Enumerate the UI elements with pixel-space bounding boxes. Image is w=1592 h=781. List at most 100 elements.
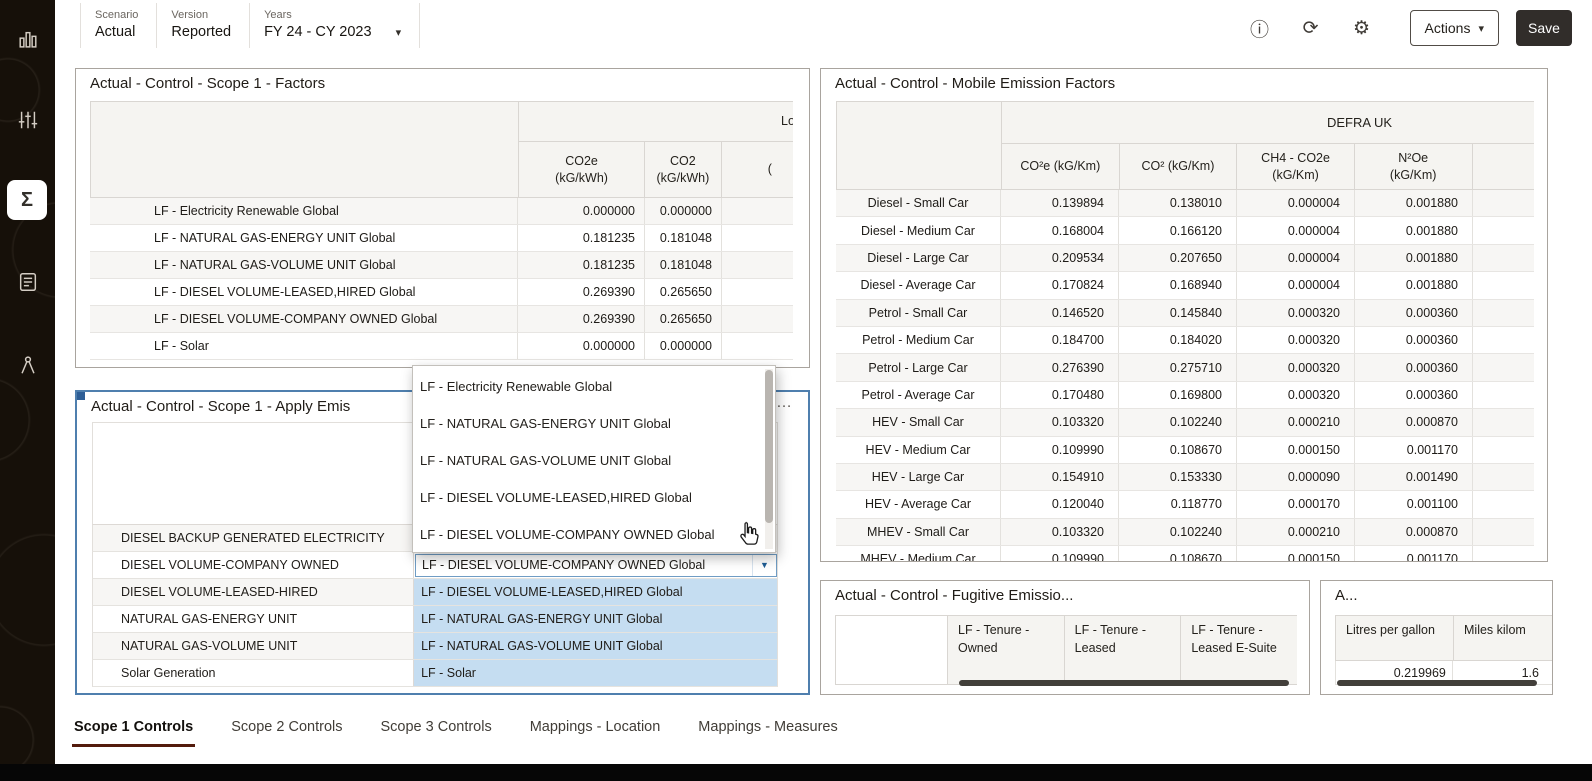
data-cell[interactable] bbox=[1473, 272, 1534, 298]
data-cell[interactable] bbox=[1473, 245, 1534, 271]
data-cell[interactable]: 0.000004 bbox=[1237, 272, 1355, 298]
data-cell[interactable]: 0.207650 bbox=[1119, 245, 1237, 271]
data-cell[interactable]: 0.000000 bbox=[518, 333, 645, 359]
dropdown-option[interactable]: LF - NATURAL GAS-ENERGY UNIT Global bbox=[413, 405, 775, 442]
data-cell[interactable]: 0.001490 bbox=[1355, 464, 1473, 490]
dropdown-option[interactable]: LF - DIESEL VOLUME-COMPANY OWNED Global bbox=[413, 516, 775, 553]
actions-button[interactable]: Actions ▾ bbox=[1410, 10, 1499, 46]
data-cell[interactable]: 0.001170 bbox=[1355, 437, 1473, 463]
data-cell[interactable]: 0.184020 bbox=[1119, 327, 1237, 353]
data-cell[interactable] bbox=[1473, 491, 1534, 517]
data-cell[interactable] bbox=[1473, 190, 1534, 216]
data-cell[interactable]: 0.000210 bbox=[1237, 409, 1355, 435]
data-cell[interactable]: 0.000090 bbox=[1237, 464, 1355, 490]
bar-chart-icon[interactable] bbox=[0, 20, 55, 60]
data-cell[interactable]: 0.000360 bbox=[1355, 382, 1473, 408]
data-cell[interactable]: 0.276390 bbox=[1001, 354, 1119, 380]
data-cell[interactable]: 0.170480 bbox=[1001, 382, 1119, 408]
data-cell[interactable]: 0.102240 bbox=[1119, 519, 1237, 545]
data-cell[interactable]: 0.138010 bbox=[1119, 190, 1237, 216]
data-cell[interactable] bbox=[1473, 327, 1534, 353]
data-cell[interactable]: 0.120040 bbox=[1001, 491, 1119, 517]
combobox-caret-icon[interactable]: ▼ bbox=[752, 555, 776, 576]
data-cell[interactable]: 0.265650 bbox=[645, 279, 722, 305]
horizontal-scrollbar[interactable] bbox=[959, 680, 1289, 686]
data-cell[interactable]: 0.000004 bbox=[1237, 245, 1355, 271]
panel-menu-icon[interactable]: … bbox=[776, 394, 794, 412]
dropdown-scrollbar-thumb[interactable] bbox=[765, 370, 773, 523]
data-cell[interactable]: 0.000170 bbox=[1237, 491, 1355, 517]
data-cell[interactable] bbox=[1473, 464, 1534, 490]
dropdown-scrollbar-track[interactable] bbox=[765, 369, 773, 549]
data-cell[interactable]: 0.275710 bbox=[1119, 354, 1237, 380]
data-cell[interactable] bbox=[1473, 382, 1534, 408]
data-cell[interactable]: 0.118770 bbox=[1119, 491, 1237, 517]
dropdown-option[interactable]: LF - Electricity Renewable Global bbox=[413, 368, 775, 405]
data-cell[interactable]: 0.168004 bbox=[1001, 217, 1119, 243]
data-cell[interactable]: 0.108670 bbox=[1119, 546, 1237, 561]
data-cell[interactable]: 0.265650 bbox=[645, 306, 722, 332]
data-cell[interactable]: LF - NATURAL GAS-ENERGY UNIT Global bbox=[414, 606, 777, 632]
report-icon[interactable] bbox=[0, 262, 55, 302]
data-cell[interactable]: 0.146520 bbox=[1001, 300, 1119, 326]
refresh-icon[interactable]: ⟳ bbox=[1300, 17, 1322, 40]
data-cell[interactable]: 0.139894 bbox=[1001, 190, 1119, 216]
data-cell[interactable]: 0.000320 bbox=[1237, 354, 1355, 380]
data-cell[interactable] bbox=[722, 198, 793, 224]
info-icon[interactable]: ⓘ bbox=[1249, 15, 1271, 42]
data-cell[interactable]: 0.000004 bbox=[1237, 217, 1355, 243]
data-cell[interactable]: 0.109990 bbox=[1001, 437, 1119, 463]
data-cell[interactable]: 0.000150 bbox=[1237, 437, 1355, 463]
gear-icon[interactable]: ⚙ bbox=[1351, 17, 1373, 40]
data-cell[interactable]: 0.000000 bbox=[645, 198, 722, 224]
data-cell[interactable]: LF - DIESEL VOLUME-LEASED,HIRED Global bbox=[414, 579, 777, 605]
data-cell[interactable] bbox=[1473, 409, 1534, 435]
data-cell[interactable] bbox=[1473, 437, 1534, 463]
data-cell[interactable] bbox=[722, 333, 793, 359]
sigma-forms-icon[interactable]: Σ bbox=[7, 180, 47, 220]
data-cell[interactable]: 0.181048 bbox=[645, 252, 722, 278]
data-cell[interactable]: 0.169800 bbox=[1119, 382, 1237, 408]
data-cell[interactable] bbox=[1473, 546, 1534, 561]
data-cell[interactable] bbox=[722, 279, 793, 305]
data-cell[interactable]: 0.000210 bbox=[1237, 519, 1355, 545]
data-cell[interactable]: 0.181235 bbox=[518, 225, 645, 251]
chevron-down-icon[interactable]: ▾ bbox=[396, 26, 402, 39]
data-cell[interactable]: 0.000000 bbox=[645, 333, 722, 359]
data-cell[interactable]: LF - Solar bbox=[414, 660, 777, 686]
emission-factor-combobox[interactable]: LF - DIESEL VOLUME-COMPANY OWNED Global … bbox=[415, 554, 777, 577]
data-cell[interactable]: 0.108670 bbox=[1119, 437, 1237, 463]
horizontal-scrollbar[interactable] bbox=[1337, 680, 1537, 686]
data-cell[interactable]: 0.000870 bbox=[1355, 519, 1473, 545]
data-cell[interactable]: 0.000360 bbox=[1355, 327, 1473, 353]
dropdown-option[interactable]: LF - DIESEL VOLUME-LEASED,HIRED Global bbox=[413, 479, 775, 516]
data-cell[interactable]: 0.209534 bbox=[1001, 245, 1119, 271]
tab-mappings-location[interactable]: Mappings - Location bbox=[528, 712, 663, 744]
data-cell[interactable]: 0.109990 bbox=[1001, 546, 1119, 561]
data-cell[interactable]: 0.103320 bbox=[1001, 409, 1119, 435]
data-cell[interactable]: 0.269390 bbox=[518, 306, 645, 332]
pov-version[interactable]: Version Reported bbox=[157, 3, 250, 48]
data-cell[interactable] bbox=[722, 306, 793, 332]
data-cell[interactable]: 0.181048 bbox=[645, 225, 722, 251]
data-cell[interactable] bbox=[1473, 519, 1534, 545]
data-cell[interactable] bbox=[1473, 217, 1534, 243]
data-cell[interactable]: 0.000320 bbox=[1237, 327, 1355, 353]
tab-scope-2-controls[interactable]: Scope 2 Controls bbox=[229, 712, 344, 744]
data-cell[interactable]: 0.145840 bbox=[1119, 300, 1237, 326]
data-cell[interactable]: 0.000360 bbox=[1355, 300, 1473, 326]
data-cell[interactable]: 0.000360 bbox=[1355, 354, 1473, 380]
data-cell[interactable] bbox=[1473, 354, 1534, 380]
data-cell[interactable]: 0.000004 bbox=[1237, 190, 1355, 216]
data-cell[interactable]: 0.000320 bbox=[1237, 300, 1355, 326]
data-cell[interactable]: 0.153330 bbox=[1119, 464, 1237, 490]
data-cell[interactable]: 0.000320 bbox=[1237, 382, 1355, 408]
dropdown-option[interactable]: LF - NATURAL GAS-VOLUME UNIT Global bbox=[413, 442, 775, 479]
data-cell[interactable]: 0.170824 bbox=[1001, 272, 1119, 298]
data-cell[interactable]: LF - NATURAL GAS-VOLUME UNIT Global bbox=[414, 633, 777, 659]
tab-scope-3-controls[interactable]: Scope 3 Controls bbox=[378, 712, 493, 744]
data-cell[interactable]: 0.001100 bbox=[1355, 491, 1473, 517]
data-cell[interactable]: 0.166120 bbox=[1119, 217, 1237, 243]
data-cell[interactable]: 0.103320 bbox=[1001, 519, 1119, 545]
save-button[interactable]: Save bbox=[1516, 10, 1572, 46]
